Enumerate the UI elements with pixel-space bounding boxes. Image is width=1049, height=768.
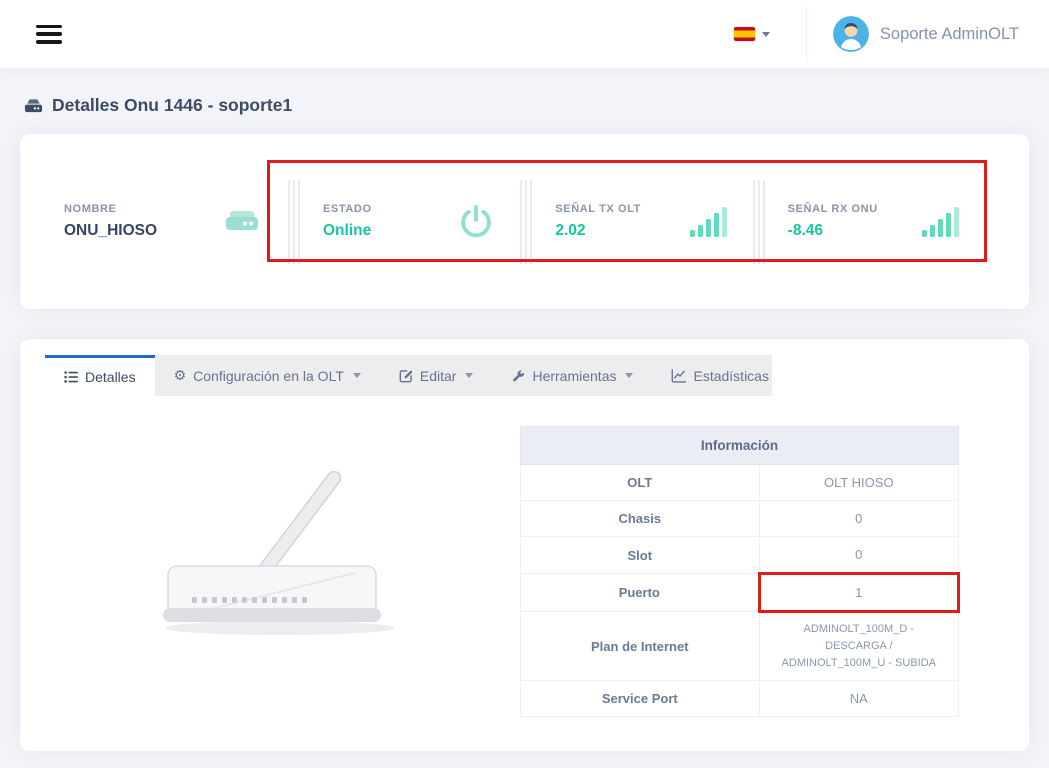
row-value: 0 [759,537,958,574]
details-content: Información OLT OLT HIOSO Chasis 0 [20,396,1029,727]
top-navbar: Soporte AdminOLT [0,0,1049,68]
stat-senal-rx: SEÑAL RX ONU -8.46 [766,203,985,240]
signal-bars-icon [921,206,959,238]
stat-label: ESTADO [323,203,372,215]
divider [753,180,766,264]
caret-down-icon [353,373,361,378]
spain-flag-icon [734,27,755,41]
onu-details-card: Detalles ⚙ Configuración en la OLT Edita… [20,339,1029,751]
stat-nombre: NOMBRE ONU_HIOSO [64,203,288,240]
row-value-highlighted: 1 [759,574,958,612]
device-icon [24,98,43,114]
onu-details-page: Soporte AdminOLT Detalles Onu 1446 - sop… [0,0,1049,768]
tab-editar[interactable]: Editar [380,355,493,396]
tab-label: Configuración en la OLT [193,368,344,384]
row-value: OLT HIOSO [759,465,958,501]
tab-label: Herramientas [532,368,616,384]
row-label: Chasis [521,501,760,537]
row-label: Service Port [521,681,760,717]
stat-value: ONU_HIOSO [64,222,157,240]
table-row: Chasis 0 [521,501,959,537]
tab-estadisticas[interactable]: Estadísticas [652,355,787,396]
stat-senal-tx: SEÑAL TX OLT 2.02 [533,203,752,240]
divider [288,180,301,264]
stat-value: -8.46 [788,222,878,240]
tab-label: Detalles [85,369,136,385]
table-row: Slot 0 [521,537,959,574]
stat-label: NOMBRE [64,203,157,215]
tab-detalles[interactable]: Detalles [45,355,155,396]
power-icon [458,204,494,240]
row-value: ADMINOLT_100M_D - DESCARGA / ADMINOLT_10… [759,612,958,681]
router-image [50,422,520,717]
table-row: Plan de Internet ADMINOLT_100M_D - DESCA… [521,612,959,681]
tab-bar: Detalles ⚙ Configuración en la OLT Edita… [45,355,772,396]
table-row: Puerto 1 [521,574,959,612]
user-menu[interactable]: Soporte AdminOLT [806,6,1023,62]
row-label: Slot [521,537,760,574]
page-title: Detalles Onu 1446 - soporte1 [52,95,292,116]
table-header-row: Información [521,427,959,465]
caret-down-icon [625,373,633,378]
row-value: NA [759,681,958,717]
row-label: Puerto [521,574,760,612]
edit-icon [399,369,413,383]
tab-configuracion-olt[interactable]: ⚙ Configuración en la OLT [155,355,380,396]
page-heading: Detalles Onu 1446 - soporte1 [24,95,1025,116]
row-label: OLT [521,465,760,501]
signal-bars-icon [689,206,727,238]
stat-label: SEÑAL RX ONU [788,203,878,215]
language-selector[interactable] [724,21,780,47]
row-value: 0 [759,501,958,537]
table-header: Información [521,427,959,465]
caret-down-icon [465,373,473,378]
tab-label: Editar [420,368,457,384]
avatar [833,16,869,52]
information-table: Información OLT OLT HIOSO Chasis 0 [520,426,960,717]
row-label: Plan de Internet [521,612,760,681]
stat-label: SEÑAL TX OLT [555,203,641,215]
hamburger-menu-icon[interactable] [36,25,62,44]
tab-label: Estadísticas [693,368,768,384]
onu-summary-card: NOMBRE ONU_HIOSO ESTADO Online [20,134,1029,309]
table-row: Service Port NA [521,681,959,717]
gear-icon: ⚙ [174,369,187,383]
tab-herramientas[interactable]: Herramientas [492,355,652,396]
list-icon [64,370,78,384]
caret-down-icon [762,32,770,37]
user-name: Soporte AdminOLT [880,25,1019,44]
chart-icon [671,369,686,383]
wrench-icon [511,369,525,383]
stat-estado: ESTADO Online [301,203,520,240]
stat-value: 2.02 [555,222,641,240]
divider [520,180,533,264]
table-row: OLT OLT HIOSO [521,465,959,501]
stat-value: Online [323,222,372,240]
router-icon [222,206,262,238]
